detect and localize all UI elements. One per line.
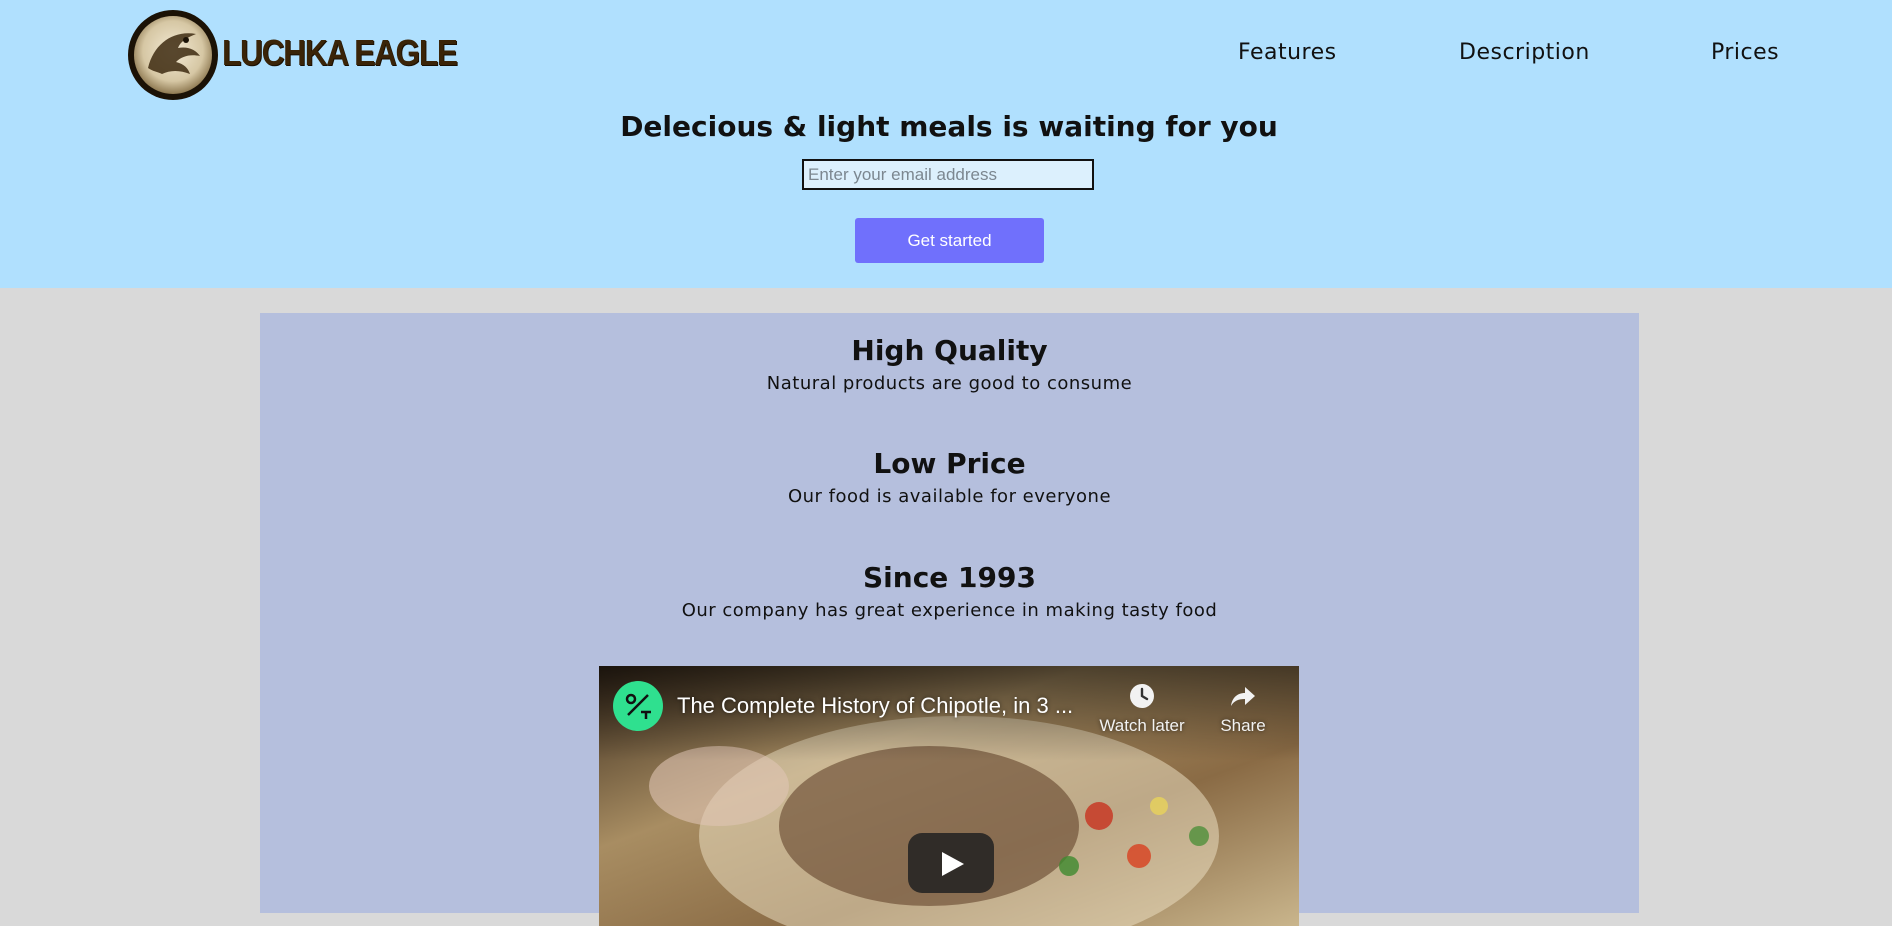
play-button[interactable] [908, 833, 994, 893]
email-input[interactable] [802, 159, 1094, 190]
video-title[interactable]: The Complete History of Chipotle, in 3 .… [677, 693, 1073, 719]
feature-text: Our food is available for everyone [787, 486, 1112, 507]
nav-features[interactable]: Features [1238, 40, 1337, 65]
eagle-emblem-icon [128, 10, 218, 100]
share-arrow-icon [1231, 687, 1255, 706]
feature-title: Low Price [873, 447, 1026, 480]
feature-high-quality: High Quality Natural products are good t… [260, 334, 1639, 394]
play-icon [942, 852, 964, 876]
hero-title: Delecious & light meals is waiting for y… [620, 110, 1278, 143]
channel-avatar[interactable] [613, 681, 663, 731]
feature-low-price: Low Price Our food is available for ever… [260, 447, 1639, 507]
feature-title: Since 1993 [863, 561, 1036, 594]
percent-glyph-icon [625, 693, 651, 719]
clock-icon [1130, 684, 1154, 708]
header: LUCHKA EAGLE Features Description Prices… [0, 0, 1892, 288]
features-section: High Quality Natural products are good t… [260, 313, 1639, 926]
feature-since-1993: Since 1993 Our company has great experie… [260, 561, 1639, 621]
get-started-button[interactable]: Get started [855, 218, 1044, 263]
watch-later-label: Watch later [1099, 716, 1185, 735]
logo-text: LUCHKA EAGLE [222, 32, 458, 73]
share-button[interactable]: Share [1215, 682, 1271, 736]
watch-later-button[interactable]: Watch later [1096, 682, 1188, 736]
logo[interactable]: LUCHKA EAGLE [126, 8, 458, 102]
feature-text: Our company has great experience in maki… [681, 600, 1218, 621]
share-label: Share [1220, 716, 1266, 735]
nav-description[interactable]: Description [1459, 40, 1590, 65]
video-player[interactable]: The Complete History of Chipotle, in 3 .… [599, 666, 1299, 926]
nav-prices[interactable]: Prices [1711, 40, 1779, 65]
feature-title: High Quality [851, 334, 1048, 367]
feature-text: Natural products are good to consume [766, 373, 1133, 394]
